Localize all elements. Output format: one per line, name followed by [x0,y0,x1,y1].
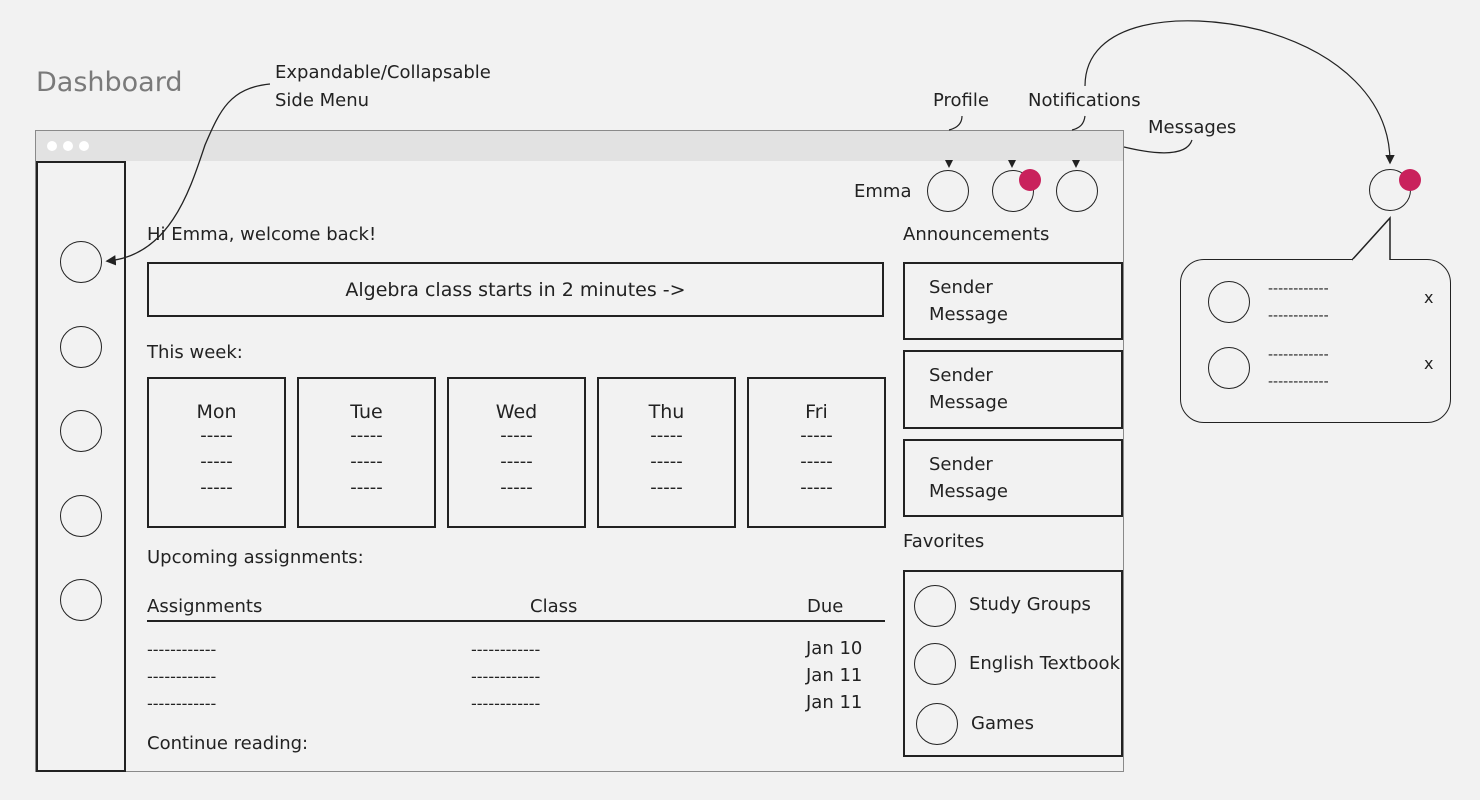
popup-callout-tail [1351,216,1391,261]
messages-arrow-head [1072,160,1080,168]
annotation-connectors [105,20,1395,266]
messages-connector [1123,139,1193,154]
profile-connector [948,115,963,131]
notifications-connector [1071,115,1086,131]
profile-arrow-head [945,160,953,168]
notifications-popup-arrow [1084,20,1395,165]
side-menu-arrow [105,83,271,266]
notifications-arrow-head [1008,160,1016,168]
